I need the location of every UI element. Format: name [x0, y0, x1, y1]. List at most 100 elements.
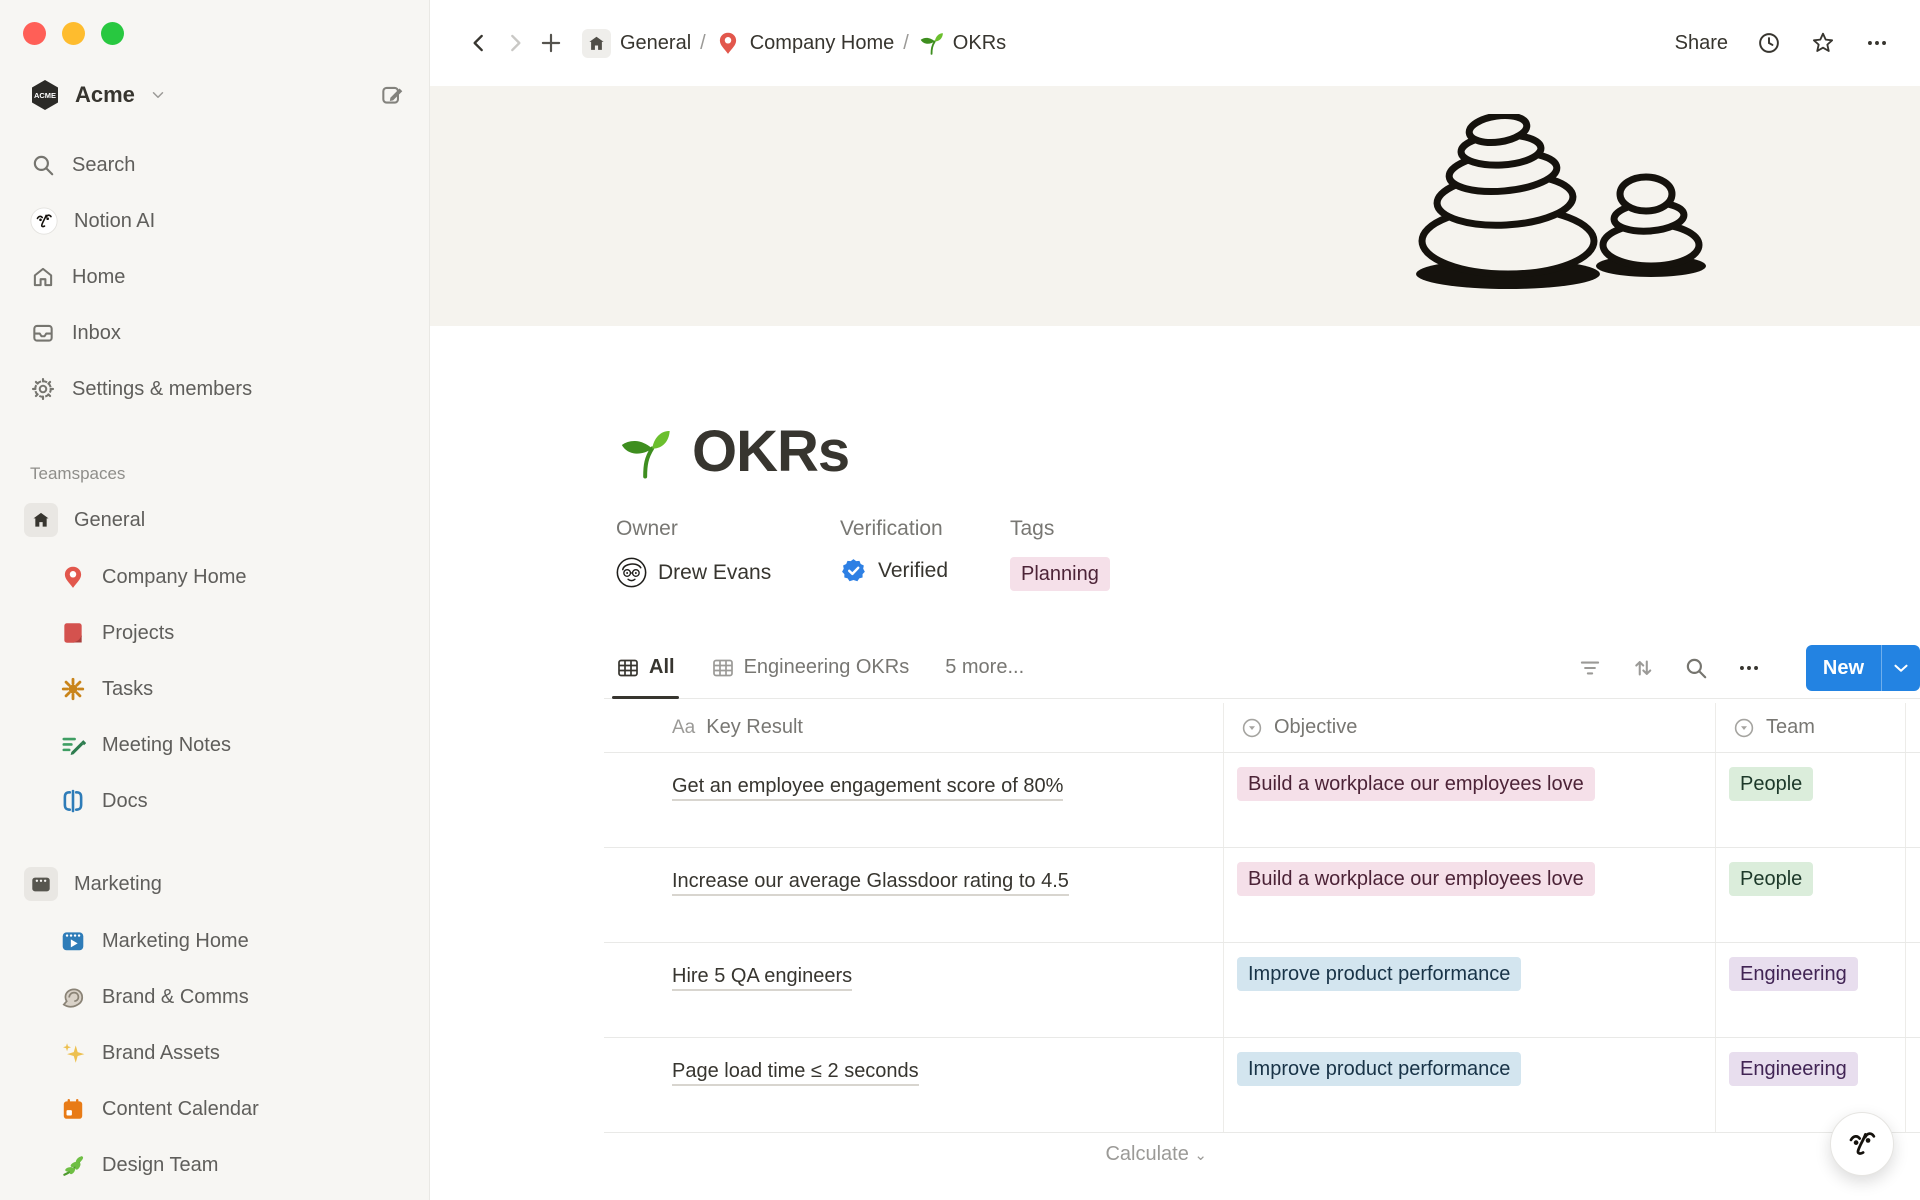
sidebar-item-label: Brand & Comms [102, 986, 249, 1009]
tag-planning[interactable]: Planning [1010, 557, 1110, 591]
tab-engineering-okrs[interactable]: Engineering OKRs [711, 637, 910, 698]
table-row[interactable]: Get an employee engagement score of 80% B… [604, 753, 1920, 848]
sidebar-item-company-home[interactable]: Company Home [0, 549, 429, 605]
teamspace-marketing[interactable]: Marketing [0, 855, 429, 913]
house-badge-icon [24, 503, 58, 537]
sidebar-item-marketing-home[interactable]: Marketing Home [0, 913, 429, 969]
objective-tag[interactable]: Build a workplace our employees love [1237, 862, 1595, 896]
table-row[interactable]: Increase our average Glassdoor rating to… [604, 848, 1920, 943]
pin-icon [715, 30, 741, 56]
compose-icon[interactable] [379, 82, 405, 108]
view-options-icon[interactable] [1736, 655, 1762, 681]
objective-tag[interactable]: Improve product performance [1237, 1052, 1521, 1086]
table-body: Get an employee engagement score of 80% B… [604, 753, 1920, 1133]
calculate-button[interactable]: Calculate ⌄ [604, 1143, 1223, 1166]
key-result-title[interactable]: Increase our average Glassdoor rating to… [672, 870, 1069, 896]
sidebar-item-docs[interactable]: Docs [0, 773, 429, 829]
team-cell[interactable]: People [1715, 753, 1905, 847]
team-tag[interactable]: People [1729, 767, 1813, 801]
notion-ai-button[interactable] [1830, 1112, 1894, 1176]
sidebar-item-design-team[interactable]: Design Team [0, 1137, 429, 1193]
breadcrumb-general[interactable]: General [582, 29, 691, 58]
verification-status: Verified [878, 559, 948, 583]
key-result-title[interactable]: Page load time ≤ 2 seconds [672, 1060, 919, 1086]
key-result-title[interactable]: Get an employee engagement score of 80% [672, 775, 1063, 801]
sidebar-item-settings-members[interactable]: Settings & members [0, 361, 429, 417]
sidebar-nav: Search Notion AIHome Inbox Settings & membe… [0, 137, 429, 417]
close-window-button[interactable] [23, 22, 46, 45]
objective-cell[interactable]: Improve product performance [1223, 943, 1715, 1037]
team-tag[interactable]: People [1729, 862, 1813, 896]
nav-forward-icon[interactable] [502, 30, 528, 56]
column-label: Objective [1274, 716, 1357, 739]
objective-tag[interactable]: Improve product performance [1237, 957, 1521, 991]
herb-icon [60, 1152, 86, 1178]
sidebar-item-label: Search [72, 154, 135, 177]
tab-all[interactable]: All [616, 637, 675, 698]
share-button[interactable]: Share [1675, 32, 1728, 55]
sidebar-item-home[interactable]: Home [0, 249, 429, 305]
table-row[interactable]: Hire 5 QA engineers Improve product perfo… [604, 943, 1920, 1038]
sidebar: ACME Acme Search Notion AIHome Inbox Settin… [0, 0, 430, 1200]
new-button-chevron-icon[interactable] [1882, 645, 1920, 691]
sidebar-item-label: Content Calendar [102, 1098, 259, 1121]
verification-property-value[interactable]: Verified [840, 557, 1010, 584]
column-header-objective[interactable]: Objective [1223, 703, 1715, 752]
key-result-cell[interactable]: Get an employee engagement score of 80% [604, 753, 1223, 847]
workspace-switcher[interactable]: ACME Acme [0, 73, 429, 117]
sidebar-item-label: Inbox [72, 322, 121, 345]
breadcrumb-company-home[interactable]: Company Home [715, 30, 895, 56]
sidebar-item-inbox[interactable]: Inbox [0, 305, 429, 361]
minimize-window-button[interactable] [62, 22, 85, 45]
sidebar-item-meeting-notes[interactable]: Meeting Notes [0, 717, 429, 773]
team-cell[interactable]: People [1715, 848, 1905, 942]
filter-icon[interactable] [1577, 655, 1603, 681]
sidebar-item-content-calendar[interactable]: Content Calendar [0, 1081, 429, 1137]
zoom-window-button[interactable] [101, 22, 124, 45]
tags-property-label: Tags [1010, 517, 1110, 541]
teamspace-general[interactable]: General [0, 491, 429, 549]
sidebar-item-projects[interactable]: Projects [0, 605, 429, 661]
key-result-cell[interactable]: Page load time ≤ 2 seconds [604, 1038, 1223, 1132]
objective-cell[interactable]: Improve product performance [1223, 1038, 1715, 1132]
objective-cell[interactable]: Build a workplace our employees love [1223, 753, 1715, 847]
clock-icon[interactable] [1756, 30, 1782, 56]
sidebar-item-brand-assets[interactable]: Brand Assets [0, 1025, 429, 1081]
column-header-team[interactable]: Team [1715, 703, 1905, 752]
docs-icon [60, 788, 86, 814]
more-views-button[interactable]: 5 more... [945, 656, 1024, 679]
star-icon[interactable] [1810, 30, 1836, 56]
table-row[interactable]: Page load time ≤ 2 seconds Improve produc… [604, 1038, 1920, 1133]
sidebar-item-search[interactable]: Search [0, 137, 429, 193]
nav-back-icon[interactable] [466, 30, 492, 56]
sort-icon[interactable] [1630, 655, 1656, 681]
workspace-name: Acme [75, 82, 135, 108]
column-header-key-result[interactable]: Aa Key Result [604, 703, 1223, 752]
table-footer: Calculate ⌄ [604, 1143, 1920, 1185]
sidebar-item-notion-ai[interactable]: Notion AI [0, 193, 429, 249]
owner-property-value[interactable]: Drew Evans [616, 557, 840, 588]
breadcrumb-okrs[interactable]: OKRs [918, 30, 1006, 56]
objective-tag[interactable]: Build a workplace our employees love [1237, 767, 1595, 801]
key-result-cell[interactable]: Increase our average Glassdoor rating to… [604, 848, 1223, 942]
add-page-icon[interactable] [538, 30, 564, 56]
wheel-icon [60, 676, 86, 702]
more-options-icon[interactable] [1864, 30, 1890, 56]
sidebar-item-tasks[interactable]: Tasks [0, 661, 429, 717]
calculate-label: Calculate [1105, 1143, 1188, 1165]
sparkles-icon [60, 1040, 86, 1066]
page-cover[interactable] [430, 86, 1920, 326]
seedling-icon[interactable] [616, 424, 672, 480]
team-cell[interactable]: Engineering [1715, 943, 1905, 1037]
new-button[interactable]: New [1806, 645, 1920, 691]
tags-property-value[interactable]: Planning [1010, 557, 1110, 591]
sidebar-item-brand-comms[interactable]: Brand & Comms [0, 969, 429, 1025]
new-button-label: New [1806, 645, 1881, 691]
key-result-title[interactable]: Hire 5 QA engineers [672, 965, 852, 991]
objective-cell[interactable]: Build a workplace our employees love [1223, 848, 1715, 942]
team-tag[interactable]: Engineering [1729, 957, 1858, 991]
page-title[interactable]: OKRs [692, 418, 849, 485]
key-result-cell[interactable]: Hire 5 QA engineers [604, 943, 1223, 1037]
search-icon[interactable] [1683, 655, 1709, 681]
team-tag[interactable]: Engineering [1729, 1052, 1858, 1086]
